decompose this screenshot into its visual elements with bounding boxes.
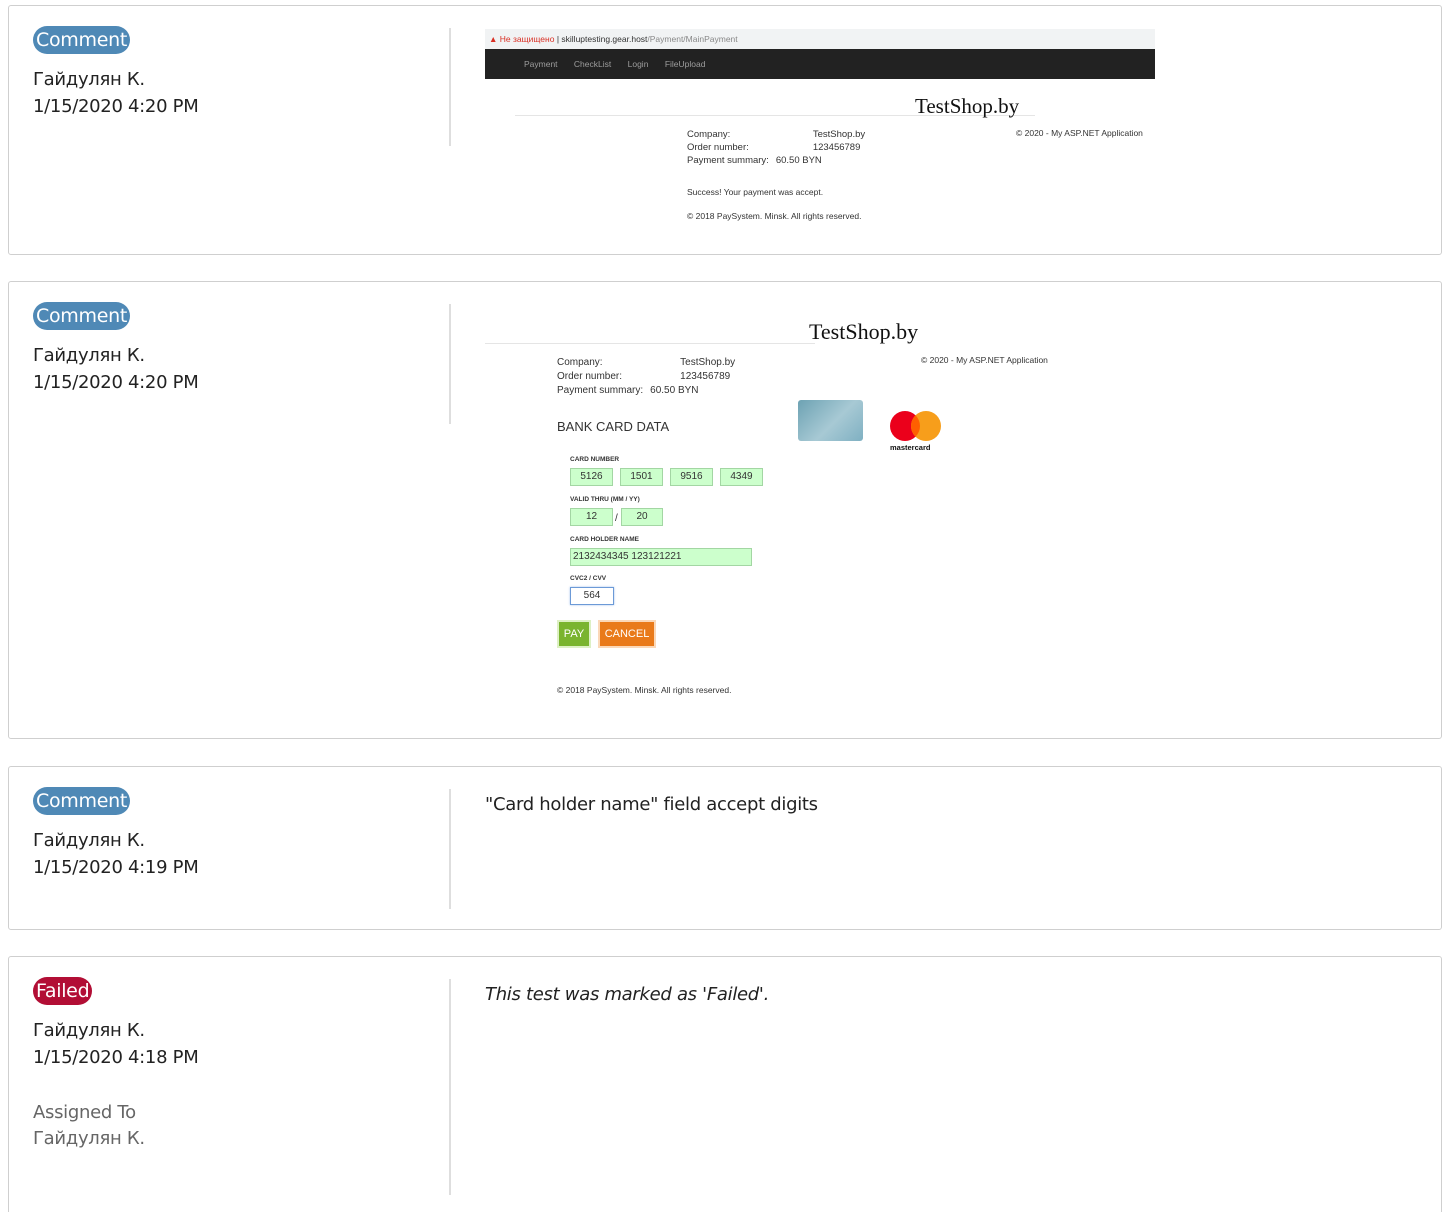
address-path: /Payment/MainPayment	[647, 34, 738, 44]
address-bar: ▲ Не защищено | skilluptesting.gear.host…	[485, 29, 1155, 49]
divider	[449, 789, 451, 909]
summary-value: 60.50 BYN	[650, 385, 699, 396]
order-value: 123456789	[680, 371, 731, 382]
comment-badge: Comment	[33, 26, 130, 54]
valid-separator: /	[615, 513, 618, 524]
screenshot-attachment[interactable]: ▲ Не защищено | skilluptesting.gear.host…	[485, 29, 1155, 227]
order-details: Company: TestShop.by Order number: 1234567…	[687, 128, 872, 167]
divider	[449, 979, 451, 1195]
card-number-label: CARD NUMBER	[570, 456, 620, 463]
nav-login: Login	[627, 59, 649, 69]
cvv-field[interactable]: 564	[570, 587, 614, 605]
activity-entry: Comment Гайдулян К. 1/15/2020 4:20 PM Te…	[8, 281, 1442, 739]
valid-year-field[interactable]: 20	[621, 508, 663, 526]
card-number-field-3[interactable]: 9516	[670, 468, 713, 486]
entry-author-time: Гайдулян К. 1/15/2020 4:20 PM	[33, 342, 433, 396]
activity-entry: Comment Гайдулян К. 1/15/2020 4:19 PM "C…	[8, 766, 1442, 930]
comment-badge: Comment	[33, 302, 130, 330]
order-label: Order number:	[557, 371, 623, 382]
paysystem-footer: © 2018 PaySystem. Minsk. All rights rese…	[557, 685, 732, 695]
card-holder-field[interactable]: 2132434345 123121221	[570, 548, 752, 566]
comment-badge: Comment	[33, 787, 130, 815]
timestamp: 1/15/2020 4:19 PM	[33, 857, 199, 878]
divider	[449, 304, 451, 424]
pay-button[interactable]: PAY	[557, 620, 591, 648]
cancel-button[interactable]: CANCEL	[598, 620, 656, 648]
assigned-to-value: Гайдулян К.	[33, 1128, 145, 1149]
card-holder-label: CARD HOLDER NAME	[570, 536, 639, 543]
summary-label: Payment summary:	[557, 385, 644, 396]
company-value: TestShop.by	[812, 129, 866, 140]
valid-month-field[interactable]: 12	[570, 508, 613, 526]
entry-author-time: Гайдулян К. 1/15/2020 4:20 PM	[33, 66, 433, 120]
author-name: Гайдулян К.	[33, 69, 145, 90]
card-number-field-1[interactable]: 5126	[570, 468, 613, 486]
warning-icon: ▲	[489, 34, 498, 44]
paysystem-footer: © 2018 PaySystem. Minsk. All rights rese…	[687, 211, 862, 221]
author-name: Гайдулян К.	[33, 345, 145, 366]
address-separator: |	[556, 34, 560, 44]
shop-title: TestShop.by	[915, 94, 1020, 118]
card-number-field-4[interactable]: 4349	[720, 468, 763, 486]
card-number-field-2[interactable]: 1501	[620, 468, 663, 486]
activity-entry: Comment Гайдулян К. 1/15/2020 4:20 PM ▲ …	[8, 5, 1442, 255]
entry-author-time: Гайдулян К. 1/15/2020 4:18 PM	[33, 1017, 433, 1071]
nav-payment: Payment	[524, 59, 558, 69]
entry-meta: Comment Гайдулян К. 1/15/2020 4:20 PM	[33, 302, 433, 396]
mastercard-icon	[890, 411, 941, 441]
failed-badge: Failed	[33, 977, 93, 1005]
mastercard-wordmark: mastercard	[890, 443, 931, 452]
success-message: Success! Your payment was accept.	[687, 187, 824, 197]
status-change-text: This test was marked as 'Failed'.	[485, 984, 769, 1005]
valid-thru-label: VALID THRU (MM / YY)	[570, 496, 640, 503]
shop-title: TestShop.by	[809, 319, 919, 344]
comment-text: "Card holder name" field accept digits	[485, 794, 818, 815]
summary-label: Payment summary:	[687, 155, 769, 166]
company-value: TestShop.by	[680, 357, 736, 368]
divider	[449, 28, 451, 146]
entry-author-time: Гайдулян К. 1/15/2020 4:19 PM	[33, 827, 433, 881]
summary-value: 60.50 BYN	[775, 155, 822, 166]
address-host: skilluptesting.gear.host	[561, 34, 648, 44]
site-navbar: Payment CheckList Login FileUpload	[485, 49, 1155, 79]
entry-meta: Failed Гайдулян К. 1/15/2020 4:18 PM Ass…	[33, 977, 433, 1152]
timestamp: 1/15/2020 4:20 PM	[33, 372, 199, 393]
order-details: Company: TestShop.by Order number: 1234567…	[557, 356, 742, 398]
entry-meta: Comment Гайдулян К. 1/15/2020 4:19 PM	[33, 787, 433, 881]
screenshot-attachment[interactable]: TestShop.by © 2020 - My ASP.NET Applicat…	[485, 316, 1145, 720]
insecure-label: Не защищено	[499, 34, 555, 44]
activity-entry: Failed Гайдулян К. 1/15/2020 4:18 PM Ass…	[8, 956, 1442, 1212]
nav-fileupload: FileUpload	[664, 59, 706, 69]
assigned-to: Assigned To Гайдулян К.	[33, 1100, 433, 1152]
cvv-label: CVC2 / CVV	[570, 575, 607, 582]
order-label: Order number:	[687, 142, 749, 153]
bank-card-title: BANK CARD DATA	[557, 419, 670, 434]
timestamp: 1/15/2020 4:18 PM	[33, 1047, 199, 1068]
author-name: Гайдулян К.	[33, 1020, 145, 1041]
title-underline	[485, 343, 815, 344]
assigned-to-label: Assigned To	[33, 1102, 136, 1123]
company-label: Company:	[687, 129, 731, 140]
mastercard-logo: mastercard	[889, 409, 943, 453]
app-copyright: © 2020 - My ASP.NET Application	[1016, 128, 1143, 138]
app-copyright: © 2020 - My ASP.NET Application	[921, 355, 1048, 365]
order-value: 123456789	[812, 142, 861, 153]
timestamp: 1/15/2020 4:20 PM	[33, 96, 199, 117]
author-name: Гайдулян К.	[33, 830, 145, 851]
bank-card-image	[798, 400, 863, 441]
nav-checklist: CheckList	[573, 59, 612, 69]
company-label: Company:	[557, 357, 603, 368]
entry-meta: Comment Гайдулян К. 1/15/2020 4:20 PM	[33, 26, 433, 120]
